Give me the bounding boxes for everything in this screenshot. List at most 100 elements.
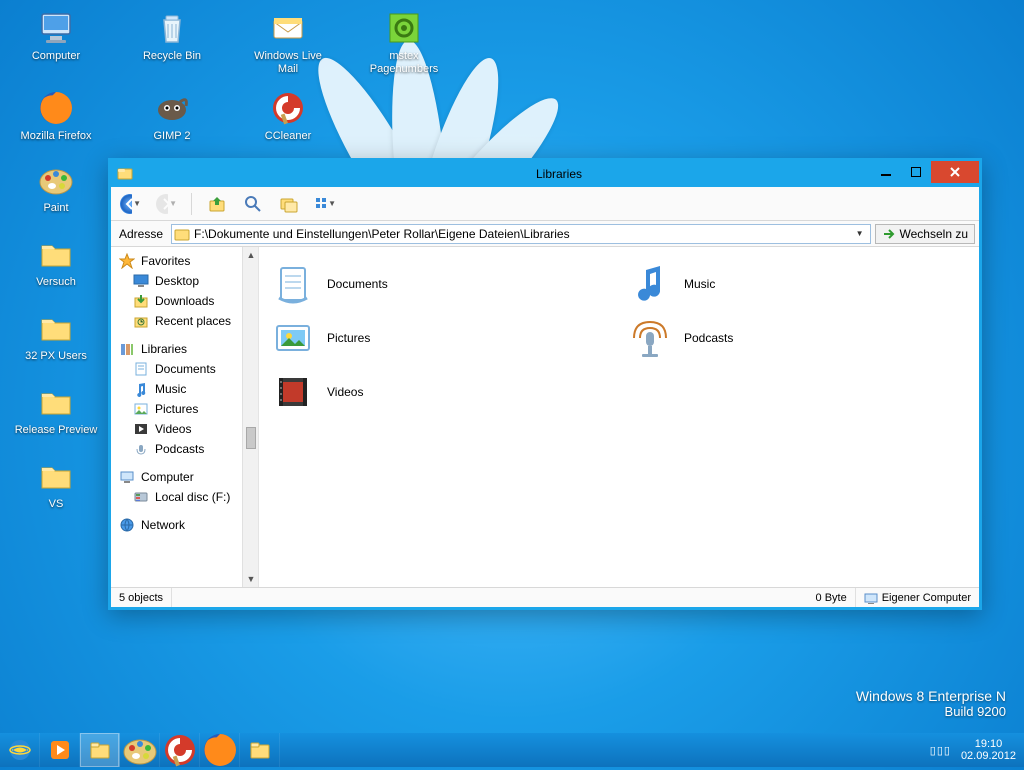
windows-watermark: Windows 8 Enterprise N Build 9200 (856, 688, 1006, 719)
address-dropdown[interactable]: ▼ (852, 229, 868, 238)
sidebar-item-downloads[interactable]: Downloads (111, 291, 242, 311)
toolbar: ▼ ▼ ▼ (111, 187, 979, 221)
tray-icons[interactable]: ▯▯▯ (930, 744, 951, 757)
titlebar[interactable]: Libraries (111, 161, 979, 187)
view-button[interactable]: ▼ (314, 193, 336, 215)
library-item-videos[interactable]: Videos (267, 367, 614, 417)
podcasts-icon (626, 314, 674, 362)
go-label: Wechseln zu (900, 227, 968, 241)
sidebar-item-music[interactable]: Music (111, 379, 242, 399)
music-icon (133, 381, 149, 397)
taskbar: ▯▯▯ 19:10 02.09.2012 (0, 733, 1024, 767)
desktop-icon-computer[interactable]: Computer (12, 8, 100, 72)
desktop-icon-mstex-pagenumbers[interactable]: mstex Pagenumbers (360, 8, 448, 72)
sidebar-scrollbar[interactable]: ▲ ▼ (242, 247, 258, 587)
desktop-icon-windows-live-mail[interactable]: Windows Live Mail (244, 8, 332, 72)
star-icon (119, 253, 135, 269)
desktop-left-column: Paint Versuch 32 PX Users Release Previe… (12, 160, 100, 520)
desktop-icon-vs[interactable]: VS (12, 456, 100, 520)
desktop-icon-mozilla-firefox[interactable]: Mozilla Firefox (12, 88, 100, 152)
folders-button[interactable] (278, 193, 300, 215)
desktop-icon-versuch[interactable]: Versuch (12, 234, 100, 298)
computer-icon (119, 469, 135, 485)
sidebar-favorites[interactable]: Favorites (111, 251, 242, 271)
vids-icon (133, 421, 149, 437)
close-button[interactable] (931, 161, 979, 183)
desktop-icon-ccleaner[interactable]: CCleaner (244, 88, 332, 152)
sidebar-network[interactable]: Network (111, 515, 242, 535)
sidebar-item-videos[interactable]: Videos (111, 419, 242, 439)
pics-icon (133, 401, 149, 417)
ccleaner-icon (160, 730, 200, 770)
clock[interactable]: 19:10 02.09.2012 (961, 738, 1016, 762)
network-icon (119, 517, 135, 533)
address-label: Adresse (115, 227, 167, 241)
address-box[interactable]: ▼ (171, 224, 870, 244)
chevron-down-icon: ▼ (169, 199, 177, 208)
music-icon (626, 260, 674, 308)
folder-icon (36, 308, 76, 348)
paint-icon (36, 160, 76, 200)
sidebar-item-podcasts[interactable]: Podcasts (111, 439, 242, 459)
desktop-icon-recycle-bin[interactable]: Recycle Bin (128, 8, 216, 72)
explorer-icon (88, 738, 112, 762)
watermark-build: Build 9200 (856, 704, 1006, 719)
library-item-documents[interactable]: Documents (267, 259, 614, 309)
explorer-icon (248, 738, 272, 762)
content-pane[interactable]: Documents Music Pictures Podcasts Videos (259, 247, 979, 587)
docs-icon (133, 361, 149, 377)
folder-icon (36, 382, 76, 422)
taskbar-ccleaner[interactable] (160, 733, 200, 767)
mail-icon (268, 8, 308, 48)
sidebar-item-desktop[interactable]: Desktop (111, 271, 242, 291)
taskbar-ie[interactable] (0, 733, 40, 767)
up-folder-button[interactable] (206, 193, 228, 215)
scroll-up-icon[interactable]: ▲ (243, 247, 259, 263)
sidebar-item-local-disc[interactable]: Local disc (F:) (111, 487, 242, 507)
desktop-icon-release-preview[interactable]: Release Preview (12, 382, 100, 446)
library-item-podcasts[interactable]: Podcasts (624, 313, 971, 363)
desktop-icon-32-px-users[interactable]: 32 PX Users (12, 308, 100, 372)
sidebar-computer[interactable]: Computer (111, 467, 242, 487)
ie-icon (8, 738, 32, 762)
sidebar-item-pictures[interactable]: Pictures (111, 399, 242, 419)
folder-icon (36, 456, 76, 496)
ccleaner-icon (268, 88, 308, 128)
sidebar-item-recent-places[interactable]: Recent places (111, 311, 242, 331)
taskbar-explorer[interactable] (80, 733, 120, 767)
disc-icon (133, 489, 149, 505)
address-input[interactable] (194, 227, 848, 241)
chevron-down-icon: ▼ (133, 199, 141, 208)
desktop-icon (133, 273, 149, 289)
recent-icon (133, 313, 149, 329)
scroll-down-icon[interactable]: ▼ (243, 571, 259, 587)
firefox-icon (200, 730, 240, 770)
status-count: 5 objects (111, 588, 172, 607)
scroll-grip[interactable] (246, 427, 256, 449)
explorer-window: Libraries ▼ ▼ ▼ Adresse (108, 158, 982, 610)
firefox-icon (36, 88, 76, 128)
taskbar-media[interactable] (40, 733, 80, 767)
library-item-music[interactable]: Music (624, 259, 971, 309)
minimize-button[interactable] (871, 161, 901, 183)
window-title: Libraries (139, 167, 979, 181)
sidebar-libraries[interactable]: Libraries (111, 339, 242, 359)
chevron-down-icon: ▼ (328, 199, 336, 208)
search-button[interactable] (242, 193, 264, 215)
desktop-icon-gimp-2[interactable]: GIMP 2 (128, 88, 216, 152)
library-item-pictures[interactable]: Pictures (267, 313, 614, 363)
desktop-icon-paint[interactable]: Paint (12, 160, 100, 224)
window-icon (117, 166, 133, 182)
pictures-icon (269, 314, 317, 362)
media-icon (48, 738, 72, 762)
go-button[interactable]: Wechseln zu (875, 224, 975, 244)
taskbar-paint[interactable] (120, 733, 160, 767)
maximize-button[interactable] (901, 161, 931, 183)
sidebar-item-documents[interactable]: Documents (111, 359, 242, 379)
pod-icon (133, 441, 149, 457)
libraries-icon (119, 341, 135, 357)
taskbar-explorer[interactable] (240, 733, 280, 767)
taskbar-firefox[interactable] (200, 733, 240, 767)
back-button[interactable]: ▼ (119, 193, 141, 215)
system-tray[interactable]: ▯▯▯ 19:10 02.09.2012 (922, 733, 1024, 767)
